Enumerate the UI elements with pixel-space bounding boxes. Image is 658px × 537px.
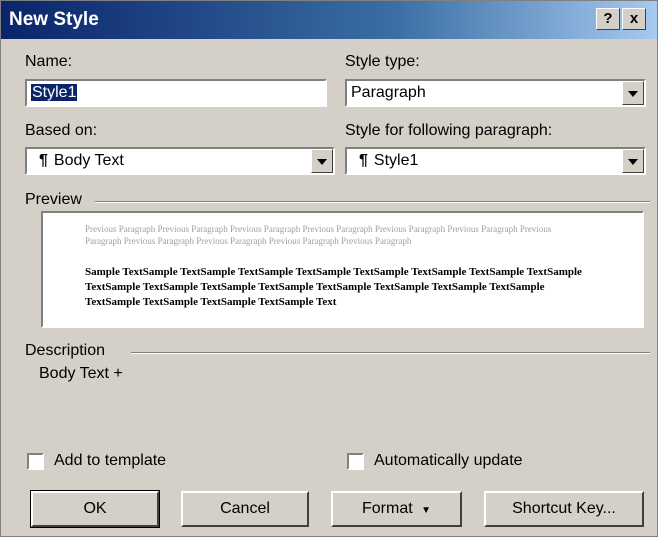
auto-update-checkbox[interactable] bbox=[347, 453, 364, 470]
name-input[interactable]: Style1 bbox=[25, 79, 327, 107]
based-on-select[interactable]: ¶ Body Text bbox=[25, 147, 335, 175]
auto-update-label[interactable]: Automatically update bbox=[374, 452, 523, 470]
description-text: Body Text + bbox=[39, 365, 123, 382]
preview-previous-paragraph: Previous Paragraph Previous Paragraph Pr… bbox=[85, 224, 552, 246]
chevron-down-icon[interactable] bbox=[622, 81, 644, 105]
style-type-select[interactable]: Paragraph bbox=[345, 79, 646, 107]
chevron-down-icon: ▼ bbox=[421, 505, 432, 516]
chevron-down-icon[interactable] bbox=[622, 149, 644, 173]
preview-sample-text: Sample TextSample TextSample TextSample … bbox=[85, 266, 582, 308]
close-button[interactable]: x bbox=[622, 8, 646, 30]
following-style-select[interactable]: ¶ Style1 bbox=[345, 147, 646, 175]
pilcrow-icon: ¶ bbox=[359, 152, 368, 169]
style-type-label: Style type: bbox=[345, 53, 420, 70]
following-style-label: Style for following paragraph: bbox=[345, 122, 553, 139]
pilcrow-icon: ¶ bbox=[39, 152, 48, 169]
add-to-template-label[interactable]: Add to template bbox=[54, 452, 166, 470]
name-input-value: Style1 bbox=[31, 84, 78, 101]
preview-label: Preview bbox=[25, 191, 82, 208]
style-type-value: Paragraph bbox=[351, 84, 426, 101]
format-button[interactable]: Format ▼ bbox=[331, 491, 462, 527]
description-label: Description bbox=[25, 342, 106, 359]
following-style-value: Style1 bbox=[373, 152, 419, 169]
dialog-title: New Style bbox=[9, 9, 99, 30]
chevron-down-icon[interactable] bbox=[311, 149, 333, 173]
ok-button[interactable]: OK bbox=[30, 490, 160, 528]
new-style-dialog: New Style ? x Name: Style1 Style type: P… bbox=[0, 0, 658, 537]
based-on-label: Based on: bbox=[25, 122, 98, 139]
name-label: Name: bbox=[25, 53, 73, 70]
help-button[interactable]: ? bbox=[596, 8, 620, 30]
title-bar[interactable]: New Style ? x bbox=[1, 1, 657, 39]
shortcut-key-button[interactable]: Shortcut Key... bbox=[484, 491, 644, 527]
cancel-button[interactable]: Cancel bbox=[181, 491, 309, 527]
format-button-label: Format bbox=[361, 500, 413, 517]
description-group-divider bbox=[131, 352, 650, 354]
preview-group-divider bbox=[95, 201, 650, 203]
based-on-value: Body Text bbox=[53, 152, 124, 169]
preview-box: Previous Paragraph Previous Paragraph Pr… bbox=[41, 211, 644, 328]
add-to-template-checkbox[interactable] bbox=[27, 453, 44, 470]
